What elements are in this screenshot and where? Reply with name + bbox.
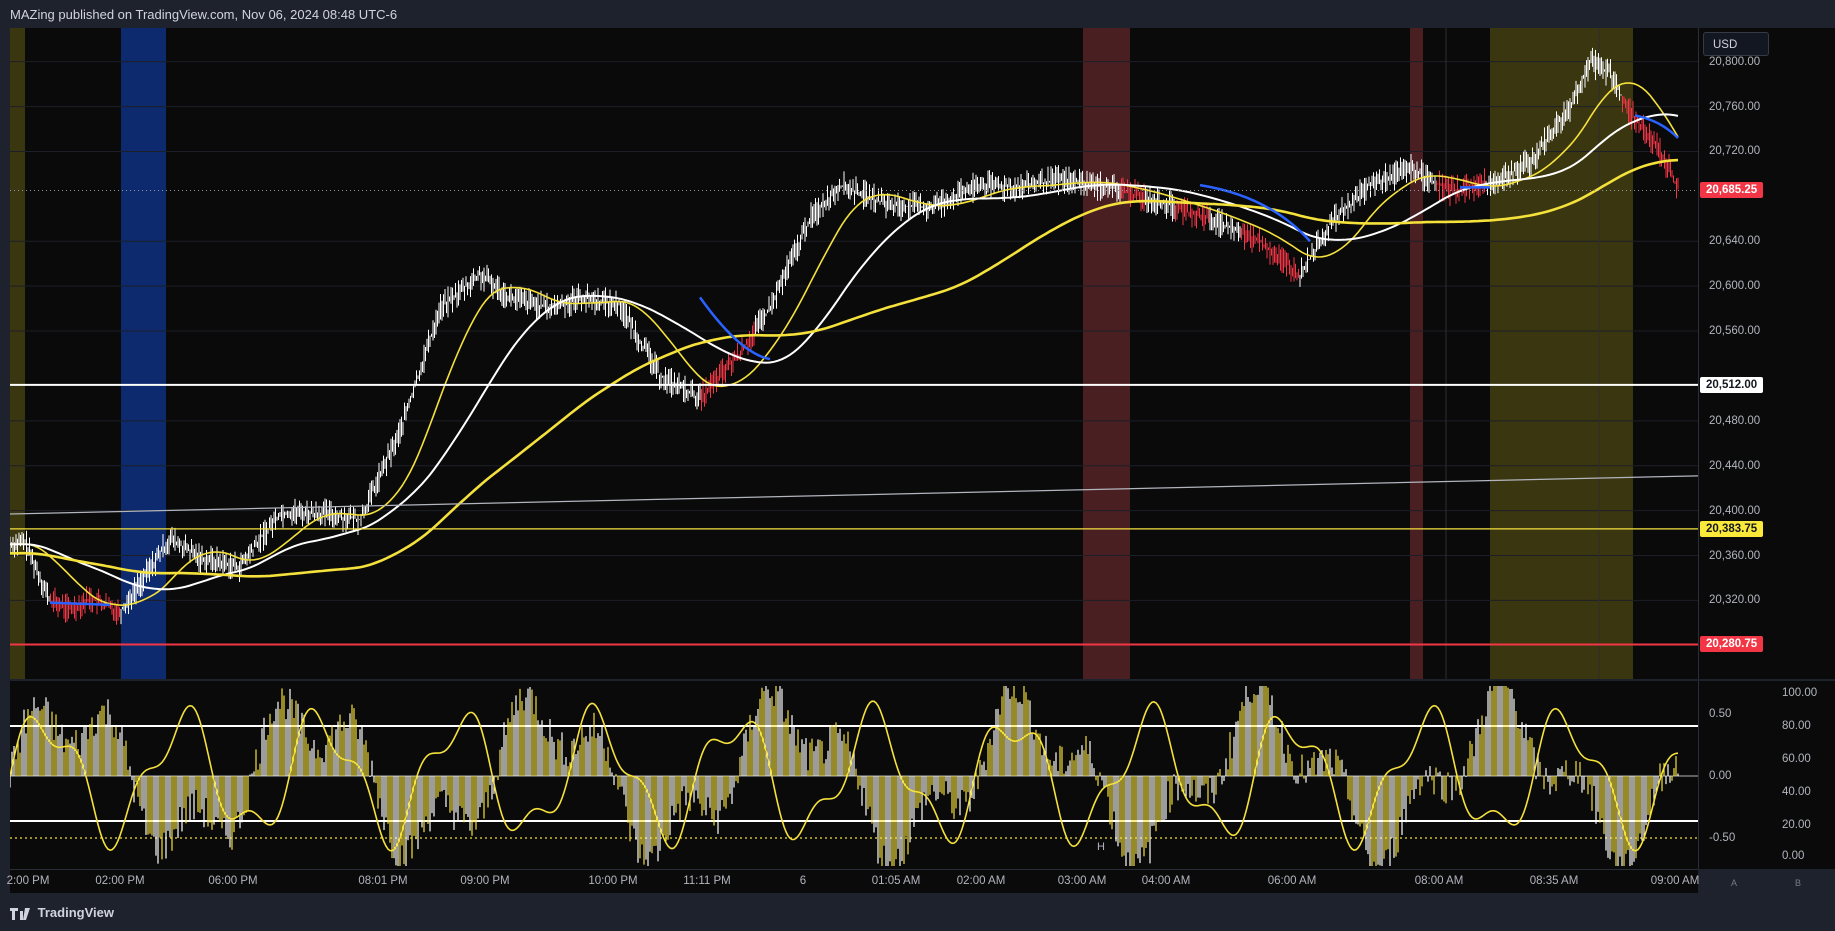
price-chart-pane[interactable] [10, 28, 1698, 679]
osc-right-tick: 0.00 [1782, 850, 1805, 862]
time-tick: 10:00 PM [588, 875, 638, 887]
price-tick: 20,600.00 [1709, 280, 1761, 293]
time-tick: 08:35 AM [1529, 875, 1579, 887]
osc-left-tick: 0.50 [1709, 708, 1732, 720]
osc-right-tick: 40.00 [1782, 786, 1811, 798]
session-band-red [1410, 28, 1423, 679]
time-tick: 04:00 AM [1141, 875, 1191, 887]
time-tick: 03:00 AM [1057, 875, 1107, 887]
level-label-white: 20,512.00 [1700, 376, 1764, 393]
time-tick: 09:00 PM [460, 875, 510, 887]
level-label-red: 20,280.75 [1700, 636, 1764, 653]
tradingview-logo-icon [10, 907, 30, 920]
log-scale-button[interactable]: B [1790, 875, 1806, 891]
time-tick: 06:00 PM [208, 875, 258, 887]
time-tick: 02:00 AM [956, 875, 1006, 887]
price-tick: 20,720.00 [1709, 145, 1761, 158]
level-label-yellow: 20,383.75 [1700, 520, 1764, 537]
price-tick: 20,800.00 [1709, 55, 1761, 68]
price-tick: 20,560.00 [1709, 325, 1761, 338]
session-band-red [1083, 28, 1130, 679]
last-price-label: 20,685.25 [1700, 182, 1764, 199]
time-tick: 11:11 PM [683, 875, 731, 887]
session-band-yellow [10, 28, 25, 679]
tradingview-brand[interactable]: TradingView [10, 905, 114, 920]
publish-header: MAZing published on TradingView.com, Nov… [0, 0, 1835, 28]
price-tick: 20,320.00 [1709, 594, 1761, 607]
osc-left-tick: -0.50 [1709, 832, 1736, 844]
time-tick: 02:00 PM [95, 875, 145, 887]
price-tick: 20,400.00 [1709, 504, 1761, 517]
price-tick: 20,640.00 [1709, 235, 1761, 248]
time-tick: 01:05 AM [871, 875, 921, 887]
price-tick: 20,480.00 [1709, 414, 1761, 427]
osc-right-tick: 100.00 [1782, 687, 1818, 699]
price-chart-canvas[interactable] [10, 28, 1698, 679]
price-axis[interactable]: USD 20,800.00 20,760.00 20,720.00 20,640.00… [1698, 28, 1835, 679]
osc-right-tick: 60.00 [1782, 753, 1811, 765]
time-tick: 08:00 AM [1414, 875, 1464, 887]
osc-right-tick: 80.00 [1782, 720, 1811, 732]
price-series [10, 47, 1679, 625]
price-tick: 20,440.00 [1709, 459, 1761, 472]
trendline [10, 475, 1698, 515]
time-tick: 2:00 PM [6, 875, 50, 887]
currency-button[interactable]: USD [1703, 32, 1769, 56]
footer: TradingView [0, 893, 1835, 931]
price-tick: 20,360.00 [1709, 549, 1761, 562]
time-tick: 09:00 AM [1650, 875, 1700, 887]
price-tick: 20,760.00 [1709, 100, 1761, 113]
oscillator-axis[interactable]: 0.50 0.00 -0.50 100.00 80.00 60.00 40.00… [1698, 681, 1835, 869]
oscillator-pane[interactable]: H [10, 681, 1698, 869]
osc-right-tick: 20.00 [1782, 819, 1811, 831]
time-tick: 6 [799, 875, 807, 887]
time-tick: 08:01 PM [358, 875, 408, 887]
time-tick: 06:00 AM [1267, 875, 1317, 887]
publish-line: MAZing published on TradingView.com, Nov… [10, 7, 398, 22]
oscillator-marker: H [1097, 841, 1105, 853]
osc-left-tick: 0.00 [1709, 770, 1732, 782]
oscillator-canvas[interactable] [10, 681, 1698, 869]
auto-scale-button[interactable]: A [1726, 875, 1742, 891]
time-axis[interactable]: 2:00 PM 02:00 PM 06:00 PM 08:01 PM 09:00 PM 1… [6, 869, 1700, 894]
brand-name: TradingView [37, 905, 114, 920]
